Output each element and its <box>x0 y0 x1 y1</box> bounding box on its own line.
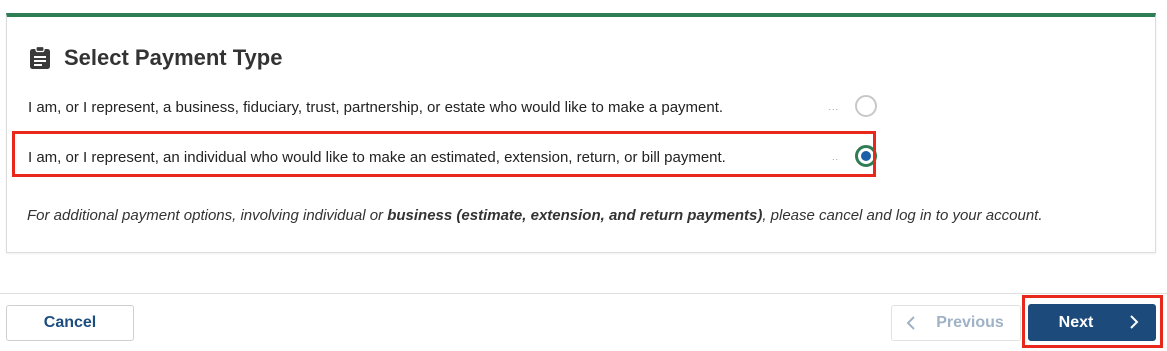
option-dots: .. <box>831 152 839 162</box>
option-label-individual: I am, or I represent, an individual who … <box>28 148 726 166</box>
additional-options-note: For additional payment options, involvin… <box>27 207 1043 224</box>
chevron-left-icon <box>906 315 916 336</box>
previous-button[interactable]: Previous <box>891 305 1021 341</box>
select-payment-type-card: Select Payment Type I am, or I represent… <box>6 13 1156 253</box>
chevron-right-icon <box>1129 314 1139 335</box>
note-text-bold: business (estimate, extension, and retur… <box>387 207 763 224</box>
radio-business[interactable] <box>855 95 877 117</box>
note-text-after: , please cancel and log in to your accou… <box>762 207 1043 224</box>
option-label-business: I am, or I represent, a business, fiduci… <box>28 98 724 116</box>
cancel-button[interactable]: Cancel <box>6 305 134 341</box>
footer-divider <box>0 293 1167 294</box>
payment-option-business[interactable]: I am, or I represent, a business, fiduci… <box>20 85 877 129</box>
payment-type-page: Select Payment Type I am, or I represent… <box>0 0 1167 351</box>
next-button[interactable]: Next <box>1028 304 1156 341</box>
radio-individual[interactable] <box>855 145 877 167</box>
previous-button-label: Previous <box>936 314 1004 331</box>
option-dots: ... <box>828 102 839 112</box>
next-button-label: Next <box>1058 313 1094 331</box>
card-title-text: Select Payment Type <box>64 45 283 70</box>
payment-option-individual[interactable]: I am, or I represent, an individual who … <box>20 135 877 179</box>
clipboard-icon <box>29 45 51 70</box>
card-title: Select Payment Type <box>29 45 282 71</box>
cancel-button-label: Cancel <box>43 314 97 331</box>
note-text-before: For additional payment options, involvin… <box>27 207 388 224</box>
